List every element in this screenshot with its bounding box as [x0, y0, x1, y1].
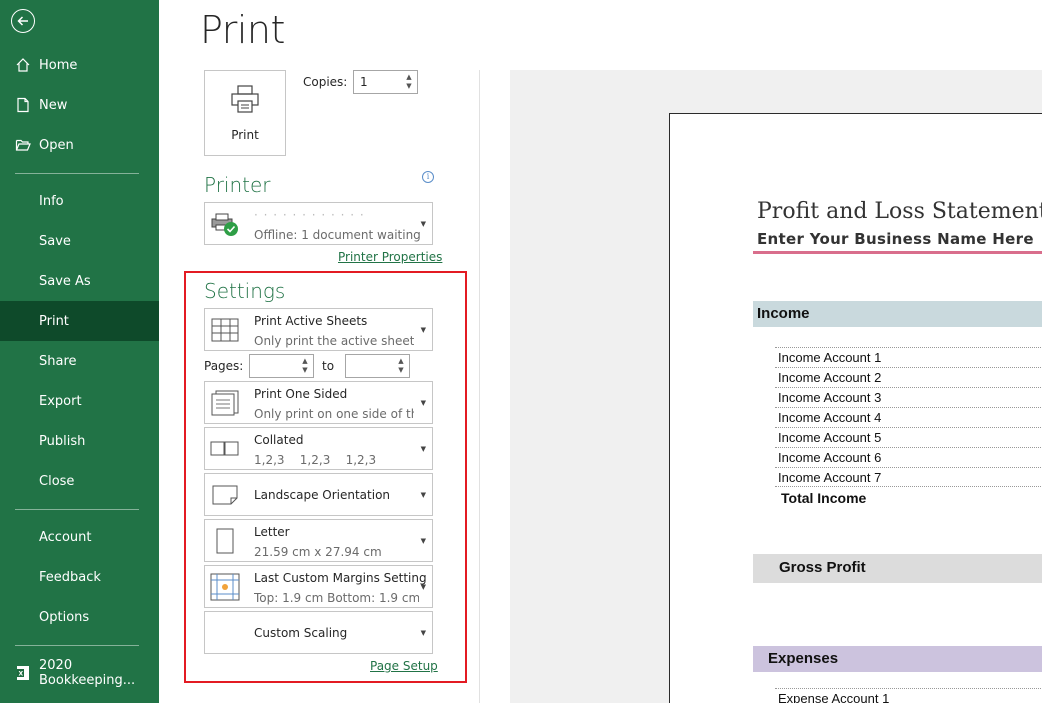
margins-dropdown[interactable]: Last Custom Margins Setting Top: 1.9 cm … [204, 565, 433, 608]
income-row: Income Account 4 [775, 407, 1042, 427]
nav-share[interactable]: Share [0, 341, 159, 381]
chevron-down-icon: ▼ [420, 490, 426, 499]
page-setup-link[interactable]: Page Setup [370, 659, 438, 673]
nav-separator [15, 173, 139, 174]
chevron-up-icon[interactable]: ▲ [301, 357, 309, 366]
settings-heading: Settings [204, 279, 286, 303]
new-document-icon [15, 97, 31, 113]
nav-save[interactable]: Save [0, 221, 159, 261]
chevron-down-icon[interactable]: ▼ [405, 82, 413, 91]
pages-to-stepper[interactable]: ▲ ▼ [345, 354, 410, 378]
svg-text:X: X [19, 671, 24, 678]
nav-separator [15, 645, 139, 646]
open-folder-icon [15, 137, 31, 153]
scaling-dropdown[interactable]: Custom Scaling ▼ [204, 611, 433, 654]
nav-print[interactable]: Print [0, 301, 159, 341]
expense-row: Expense Account 1 [775, 688, 1042, 703]
print-sides-dropdown[interactable]: Print One Sided Only print on one side o… [204, 381, 433, 424]
paper-size-dropdown[interactable]: Letter 21.59 cm x 27.94 cm ▼ [204, 519, 433, 562]
backstage-sidebar: Home New Open Info Save Save As Print Sh… [0, 0, 159, 703]
chevron-down-icon: ▼ [420, 582, 426, 591]
nav-account[interactable]: Account [0, 517, 159, 557]
print-what-dropdown[interactable]: Print Active Sheets Only print the activ… [204, 308, 433, 351]
preview-title: Profit and Loss Statement [757, 199, 1042, 224]
nav-save-as[interactable]: Save As [0, 261, 159, 301]
landscape-page-icon [210, 480, 240, 510]
copies-stepper[interactable]: 1 ▲ ▼ [353, 70, 418, 94]
nav-options[interactable]: Options [0, 597, 159, 637]
chevron-down-icon: ▼ [420, 325, 426, 334]
paper-size-icon [210, 526, 240, 556]
income-row: Income Account 1 [775, 347, 1042, 367]
nav-close[interactable]: Close [0, 461, 159, 501]
chevron-up-icon[interactable]: ▲ [405, 73, 413, 82]
income-row: Income Account 5 [775, 427, 1042, 447]
pages-to-label: to [322, 359, 335, 373]
nav-separator [15, 509, 139, 510]
chevron-down-icon[interactable]: ▼ [301, 366, 309, 375]
chevron-down-icon: ▼ [420, 219, 426, 228]
info-icon[interactable]: i [422, 171, 434, 183]
gross-profit-band: Gross Profit [753, 554, 1042, 583]
back-arrow-icon [17, 16, 28, 26]
orientation-dropdown[interactable]: Landscape Orientation ▼ [204, 473, 433, 516]
printer-status: Offline: 1 document waiting [254, 228, 421, 242]
total-income-label: Total Income [781, 490, 867, 506]
nav-home[interactable]: Home [0, 45, 159, 85]
chevron-down-icon: ▼ [420, 398, 426, 407]
print-button[interactable]: Print [204, 70, 286, 156]
chevron-down-icon: ▼ [420, 628, 426, 637]
printer-heading: Printer [204, 173, 271, 197]
collation-dropdown[interactable]: Collated 1,2,3 1,2,3 1,2,3 ▼ [204, 427, 433, 470]
printer-ready-icon [210, 209, 240, 239]
chevron-down-icon[interactable]: ▼ [397, 366, 405, 375]
income-row: Income Account 3 [775, 387, 1042, 407]
nav-publish[interactable]: Publish [0, 421, 159, 461]
printer-dropdown[interactable]: · · · · · · · · · · · · Offline: 1 docum… [204, 202, 433, 245]
nav-new[interactable]: New [0, 85, 159, 125]
income-row: Income Account 6 [775, 447, 1042, 467]
pages-label: Pages: [204, 359, 244, 373]
copies-label: Copies: [303, 75, 348, 89]
recent-file-item[interactable]: X 2020 Bookkeeping... [0, 653, 159, 693]
nav-info[interactable]: Info [0, 181, 159, 221]
back-button[interactable] [11, 9, 35, 33]
collated-icon [210, 434, 240, 464]
printer-icon [231, 85, 259, 113]
preview-sheet: Profit and Loss Statement Enter Your Bus… [669, 113, 1042, 703]
copies-value: 1 [360, 75, 368, 89]
sheet-grid-icon [210, 315, 240, 345]
nav-open[interactable]: Open [0, 125, 159, 165]
printer-name-redacted: · · · · · · · · · · · · [254, 208, 365, 222]
printer-properties-link[interactable]: Printer Properties [338, 250, 442, 264]
chevron-down-icon: ▼ [420, 536, 426, 545]
page-title: Print [200, 8, 285, 52]
nav-export[interactable]: Export [0, 381, 159, 421]
home-icon [15, 57, 31, 73]
income-row: Income Account 2 [775, 367, 1042, 387]
preview-subtitle: Enter Your Business Name Here [757, 230, 1034, 248]
nav-feedback[interactable]: Feedback [0, 557, 159, 597]
income-row: Income Account 7 [775, 467, 1042, 487]
margins-icon [210, 572, 240, 602]
expenses-band: Expenses [753, 646, 1042, 672]
one-sided-page-icon [210, 388, 240, 418]
chevron-up-icon[interactable]: ▲ [397, 357, 405, 366]
pages-from-stepper[interactable]: ▲ ▼ [249, 354, 314, 378]
preview-title-rule [753, 251, 1042, 254]
chevron-down-icon: ▼ [420, 444, 426, 453]
panel-divider [479, 70, 480, 703]
income-band: Income [753, 301, 1042, 327]
excel-file-icon: X [15, 665, 31, 681]
